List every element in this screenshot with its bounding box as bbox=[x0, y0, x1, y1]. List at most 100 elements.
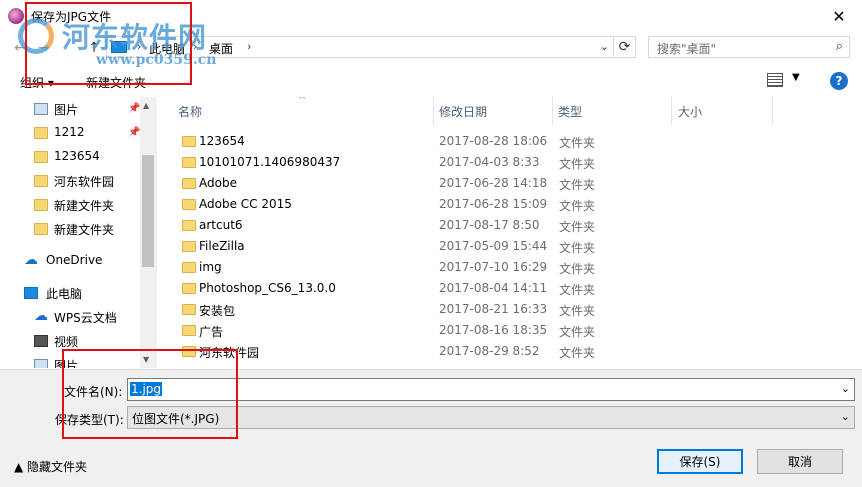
filetype-label: 保存类型(T): bbox=[55, 413, 124, 427]
file-type: 文件夹 bbox=[559, 220, 596, 234]
file-date: 2017-08-21 16:33 bbox=[439, 302, 548, 316]
file-list: ^ 名称 修改日期 类型 大小 123654 2017-08-28 18:06 文件… bbox=[158, 97, 862, 368]
file-type: 文件夹 bbox=[559, 346, 596, 360]
file-row[interactable]: 河东软件园 2017-08-29 8:52 文件夹 bbox=[158, 341, 862, 362]
file-date: 2017-08-17 8:50 bbox=[439, 218, 540, 232]
file-date: 2017-08-29 8:52 bbox=[439, 344, 540, 358]
sidebar-item-label: 图片 bbox=[54, 359, 79, 368]
sidebar-item-1212[interactable]: 1212 📌 bbox=[0, 122, 140, 144]
cloud-icon: ☁ bbox=[24, 252, 38, 268]
chevron-down-icon[interactable]: ⌄ bbox=[600, 40, 609, 53]
file-name: Adobe bbox=[199, 176, 237, 190]
file-name: FileZilla bbox=[199, 239, 245, 253]
folder-icon bbox=[182, 220, 196, 231]
file-row[interactable]: 安装包 2017-08-21 16:33 文件夹 bbox=[158, 299, 862, 320]
view-options-icon[interactable] bbox=[767, 73, 783, 87]
file-type: 文件夹 bbox=[559, 262, 596, 276]
file-row[interactable]: Photoshop_CS6_13.0.0 2017-08-04 14:11 文件夹 bbox=[158, 278, 862, 299]
file-type: 文件夹 bbox=[559, 241, 596, 255]
folder-icon bbox=[34, 223, 48, 235]
pin-icon[interactable]: 📌 bbox=[128, 103, 140, 114]
folder-icon bbox=[182, 262, 196, 273]
sidebar-item-pictures-2[interactable]: 图片 bbox=[0, 354, 140, 368]
folder-icon bbox=[182, 199, 196, 210]
folder-icon bbox=[34, 199, 48, 211]
sidebar-item-new-folder[interactable]: 新建文件夹 bbox=[0, 194, 140, 216]
breadcrumb-this-pc[interactable]: 此电脑 bbox=[149, 40, 185, 57]
filename-label: 文件名(N): bbox=[64, 385, 123, 399]
image-icon bbox=[34, 359, 48, 368]
filename-input[interactable]: 1.jpg ⌄ bbox=[127, 378, 855, 401]
sidebar-item-pictures[interactable]: 图片 📌 bbox=[0, 98, 140, 120]
hide-folders-button[interactable]: ▲ 隐藏文件夹 bbox=[14, 458, 87, 475]
help-icon[interactable]: ? bbox=[830, 72, 848, 90]
file-name: artcut6 bbox=[199, 218, 243, 232]
forward-button[interactable]: → bbox=[34, 38, 54, 58]
file-type: 文件夹 bbox=[559, 283, 596, 297]
video-icon bbox=[34, 335, 48, 347]
chevron-down-icon[interactable]: ⌄ bbox=[841, 382, 850, 395]
file-row[interactable]: 123654 2017-08-28 18:06 文件夹 bbox=[158, 131, 862, 152]
breadcrumb-desktop[interactable]: 桌面 bbox=[209, 40, 233, 57]
chevron-down-icon[interactable]: ▼ bbox=[792, 72, 800, 83]
refresh-button[interactable]: ⟳ bbox=[614, 36, 636, 58]
folder-icon bbox=[34, 151, 48, 163]
sidebar-item-label: 新建文件夹 bbox=[54, 223, 115, 237]
folder-icon bbox=[182, 241, 196, 252]
address-bar[interactable]: › 此电脑 › 桌面 › ⌄ bbox=[106, 36, 614, 58]
save-button[interactable]: 保存(S) bbox=[657, 449, 743, 474]
search-placeholder: 搜索"桌面" bbox=[657, 42, 717, 56]
file-row[interactable]: 广告 2017-08-16 18:35 文件夹 bbox=[158, 320, 862, 341]
chevron-right-icon[interactable]: › bbox=[247, 40, 251, 53]
scroll-up-icon[interactable]: ▲ bbox=[143, 101, 149, 110]
chevron-right-icon[interactable]: › bbox=[137, 40, 141, 53]
column-header-date[interactable]: 修改日期 bbox=[434, 97, 552, 125]
back-button[interactable]: ← bbox=[10, 38, 30, 58]
filetype-select[interactable]: 位图文件(*.JPG) ⌄ bbox=[127, 406, 855, 429]
sidebar-item-123654[interactable]: 123654 bbox=[0, 146, 140, 168]
file-type: 文件夹 bbox=[559, 157, 596, 171]
scrollbar-thumb[interactable] bbox=[142, 155, 154, 267]
chevron-down-icon[interactable]: ⌄ bbox=[841, 410, 850, 423]
scroll-down-icon[interactable]: ▼ bbox=[143, 355, 149, 364]
sidebar-scrollbar[interactable]: ▲ ▼ bbox=[140, 97, 157, 368]
column-header-type[interactable]: 类型 bbox=[553, 97, 671, 125]
file-row[interactable]: img 2017-07-10 16:29 文件夹 bbox=[158, 257, 862, 278]
file-name: 123654 bbox=[199, 134, 245, 148]
file-row[interactable]: artcut6 2017-08-17 8:50 文件夹 bbox=[158, 215, 862, 236]
image-icon bbox=[34, 103, 48, 115]
filename-value[interactable]: 1.jpg bbox=[130, 382, 163, 396]
file-name: Photoshop_CS6_13.0.0 bbox=[199, 281, 336, 295]
pin-icon[interactable]: 📌 bbox=[128, 127, 140, 138]
search-input[interactable]: 搜索"桌面" ⌕ bbox=[648, 36, 850, 58]
search-icon[interactable]: ⌕ bbox=[836, 39, 843, 54]
column-header-size[interactable]: 大小 bbox=[672, 97, 772, 125]
filetype-value: 位图文件(*.JPG) bbox=[132, 412, 220, 426]
organize-button[interactable]: 组织 ▾ bbox=[20, 74, 54, 91]
file-type: 文件夹 bbox=[559, 304, 596, 318]
column-header-name[interactable]: 名称 bbox=[158, 97, 433, 125]
folder-icon bbox=[182, 346, 196, 357]
new-folder-button[interactable]: 新建文件夹 bbox=[86, 74, 146, 91]
file-row[interactable]: Adobe 2017-06-28 14:18 文件夹 bbox=[158, 173, 862, 194]
sidebar-item-label: 1212 bbox=[54, 125, 85, 139]
file-date: 2017-04-03 8:33 bbox=[439, 155, 540, 169]
sidebar-item-videos[interactable]: 视频 bbox=[0, 330, 140, 352]
sidebar-item-wps-cloud[interactable]: ☁ WPS云文档 bbox=[0, 306, 140, 328]
folder-icon bbox=[182, 157, 196, 168]
file-type: 文件夹 bbox=[559, 136, 596, 150]
cancel-button[interactable]: 取消 bbox=[757, 449, 843, 474]
sidebar-item-new-folder-2[interactable]: 新建文件夹 bbox=[0, 218, 140, 240]
sidebar-item-this-pc[interactable]: 此电脑 bbox=[0, 282, 140, 304]
chevron-right-icon[interactable]: › bbox=[193, 40, 197, 53]
close-button[interactable]: ✕ bbox=[816, 0, 862, 32]
toolbar: 组织 ▾ 新建文件夹 ▼ ? bbox=[0, 66, 862, 96]
sidebar-item-onedrive[interactable]: ☁ OneDrive bbox=[0, 250, 140, 272]
sidebar-item-hedong[interactable]: 河东软件园 bbox=[0, 170, 140, 192]
up-button[interactable]: ↑ bbox=[84, 38, 104, 58]
file-row[interactable]: Adobe CC 2015 2017-06-28 15:09 文件夹 bbox=[158, 194, 862, 215]
file-row[interactable]: FileZilla 2017-05-09 15:44 文件夹 bbox=[158, 236, 862, 257]
column-divider[interactable] bbox=[772, 97, 773, 125]
folder-icon bbox=[34, 175, 48, 187]
file-row[interactable]: 10101071.1406980437 2017-04-03 8:33 文件夹 bbox=[158, 152, 862, 173]
